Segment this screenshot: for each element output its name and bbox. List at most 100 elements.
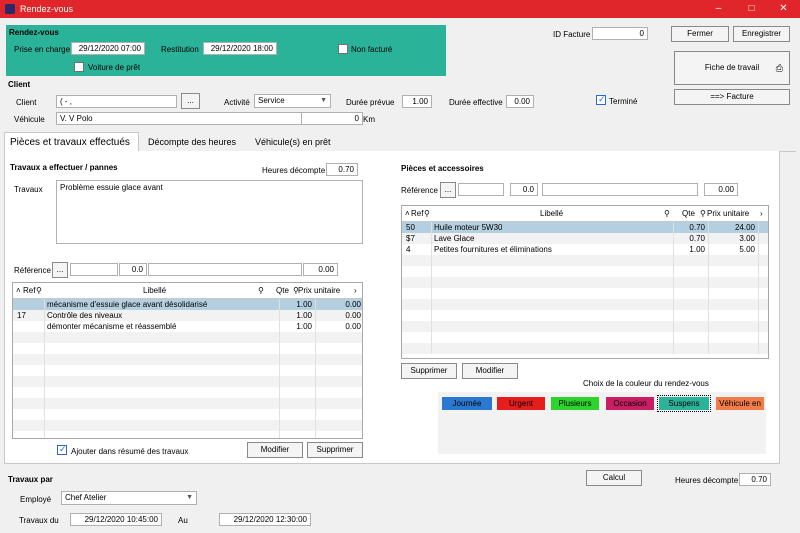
restitution-input[interactable]: 29/12/2020 18:00	[203, 42, 277, 55]
table-row[interactable]	[402, 277, 768, 288]
non-facture-checkbox[interactable]	[338, 44, 348, 54]
vehicule-label: Véhicule	[14, 115, 45, 124]
duree-effective-input[interactable]: 0.00	[506, 95, 534, 108]
table-row[interactable]: 17 Contrôle des niveaux 1.00 0.00	[13, 310, 362, 321]
pieces-reference-price-input[interactable]: 0.00	[704, 183, 738, 196]
chevron-down-icon: ▼	[320, 97, 327, 104]
table-row[interactable]	[402, 332, 768, 343]
search-icon[interactable]: ⚲	[258, 283, 264, 299]
activite-select[interactable]: Service ▼	[254, 94, 331, 108]
travaux-modifier-button[interactable]: Modifier	[247, 442, 303, 458]
travaux-table[interactable]: ˄ Ref ⚲ Libellé ⚲ Qte ⚲ Prix unitaire › …	[12, 282, 363, 439]
table-row[interactable]	[402, 310, 768, 321]
table-row[interactable]	[13, 431, 362, 438]
travaux-reference-lookup-button[interactable]: ...	[52, 262, 68, 278]
table-row[interactable]	[402, 255, 768, 266]
tab-vehicules-en-pret[interactable]: Véhicule(s) en prêt	[250, 132, 342, 152]
color-button-4[interactable]: Suspens	[657, 395, 711, 412]
table-row[interactable]	[13, 365, 362, 376]
table-row[interactable]	[13, 398, 362, 409]
km-input[interactable]: 0	[301, 112, 363, 125]
tab-pieces-et-travaux[interactable]: Pièces et travaux effectués	[4, 132, 139, 152]
travaux-du-input[interactable]: 29/12/2020 10:45:00	[70, 513, 162, 526]
search-icon[interactable]: ⚲	[664, 206, 670, 222]
table-row[interactable]: 50 Huile moteur 5W30 0.70 24.00	[402, 222, 768, 233]
calcul-button[interactable]: Calcul	[586, 470, 642, 486]
table-row[interactable]	[13, 409, 362, 420]
col-prix-header[interactable]: Prix unitaire	[707, 206, 762, 222]
column-separator	[673, 222, 674, 354]
minimize-button[interactable]: –	[702, 0, 735, 18]
color-button-0[interactable]: Journée	[442, 397, 492, 410]
client-lookup-button[interactable]: ...	[181, 93, 200, 109]
travaux-supprimer-button[interactable]: Supprimer	[307, 442, 363, 458]
table-row[interactable]: 4 Petites fournitures et éliminations 1.00…	[402, 244, 768, 255]
employe-value: Chef Atelier	[65, 493, 107, 502]
color-button-2[interactable]: Plusieurs	[551, 397, 599, 410]
table-row[interactable]: $7 Lave Glace 0.70 3.00	[402, 233, 768, 244]
cell-prix: 0.00	[345, 300, 361, 309]
close-button[interactable]: ✕	[767, 0, 800, 18]
table-row[interactable]	[402, 343, 768, 354]
pieces-modifier-button[interactable]: Modifier	[462, 363, 518, 379]
travaux-textarea[interactable]: Problème essuie glace avant	[56, 180, 363, 244]
table-row[interactable]	[402, 266, 768, 277]
cell-libelle: mécanisme d'essuie glace avant désolidar…	[47, 300, 208, 309]
cell-libelle: Contrôle des niveaux	[47, 311, 123, 320]
search-icon[interactable]: ⚲	[36, 283, 42, 299]
col-prix-header[interactable]: Prix unitaire	[298, 283, 353, 299]
termine-checkbox[interactable]	[596, 94, 606, 105]
table-row[interactable]	[13, 376, 362, 387]
travaux-au-input[interactable]: 29/12/2020 12:30:00	[219, 513, 311, 526]
cell-ref: 4	[406, 245, 411, 254]
table-row[interactable]	[13, 332, 362, 343]
travaux-reference-label-input[interactable]	[148, 263, 302, 276]
duree-prevue-input[interactable]: 1.00	[402, 95, 432, 108]
maximize-button[interactable]: □	[735, 0, 768, 18]
client-input[interactable]: ( - ,	[56, 95, 177, 108]
table-row[interactable]: démonter mécanisme et réassemblé 1.00 0.00	[13, 321, 362, 332]
col-libelle-header[interactable]: Libellé	[540, 206, 600, 222]
prise-en-charge-input[interactable]: 29/12/2020 07:00	[71, 42, 145, 55]
table-row[interactable]	[402, 321, 768, 332]
table-row[interactable]	[13, 354, 362, 365]
table-row[interactable]	[402, 288, 768, 299]
table-row[interactable]	[402, 299, 768, 310]
travaux-heures-input[interactable]: 0.70	[326, 163, 358, 176]
table-row[interactable]: mécanisme d'essuie glace avant désolidar…	[13, 299, 362, 310]
employe-label: Employé	[20, 495, 52, 504]
facture-button[interactable]: ==> Facture	[674, 89, 790, 105]
chevron-right-icon[interactable]: ›	[760, 206, 763, 222]
tab-decompte-des-heures[interactable]: Décompte des heures	[143, 132, 243, 152]
travaux-reference-code-input[interactable]	[70, 263, 118, 276]
color-button-5[interactable]: Véhicule en	[716, 397, 764, 410]
non-facture-label: Non facturé	[351, 45, 393, 54]
title-bar: Rendez-vous – □ ✕	[0, 0, 800, 18]
table-row[interactable]	[13, 387, 362, 398]
pieces-reference-qty-input[interactable]: 0.0	[510, 183, 538, 196]
chevron-right-icon[interactable]: ›	[354, 283, 357, 299]
voiture-de-pret-checkbox[interactable]	[74, 62, 84, 72]
client-label: Client	[16, 98, 37, 107]
ajouter-resume-checkbox[interactable]	[57, 444, 67, 455]
table-row[interactable]	[13, 420, 362, 431]
fermer-button[interactable]: Fermer	[671, 26, 729, 42]
pieces-supprimer-button[interactable]: Supprimer	[401, 363, 457, 379]
fiche-de-travail-button[interactable]: Fiche de travail ⎙	[674, 51, 790, 85]
pieces-reference-lookup-button[interactable]: ...	[440, 182, 456, 198]
enregistrer-button[interactable]: Enregistrer	[733, 26, 790, 42]
pieces-reference-label-input[interactable]	[542, 183, 698, 196]
travaux-reference-price-input[interactable]: 0.00	[303, 263, 338, 276]
heures-decompte-input[interactable]: 0.70	[739, 473, 771, 486]
pieces-table[interactable]: ˄ Ref ⚲ Libellé ⚲ Qte ⚲ Prix unitaire › …	[401, 205, 769, 359]
search-icon[interactable]: ⚲	[424, 206, 430, 222]
color-button-3[interactable]: Occasion	[606, 397, 654, 410]
pieces-reference-code-input[interactable]	[458, 183, 504, 196]
employe-select[interactable]: Chef Atelier ▼	[61, 491, 197, 505]
id-facture-input[interactable]: 0	[592, 27, 648, 40]
col-libelle-header[interactable]: Libellé	[143, 283, 203, 299]
travaux-reference-qty-input[interactable]: 0.0	[119, 263, 147, 276]
table-row[interactable]	[13, 343, 362, 354]
search-icon[interactable]: ⚲	[700, 206, 706, 222]
color-button-1[interactable]: Urgent	[497, 397, 545, 410]
